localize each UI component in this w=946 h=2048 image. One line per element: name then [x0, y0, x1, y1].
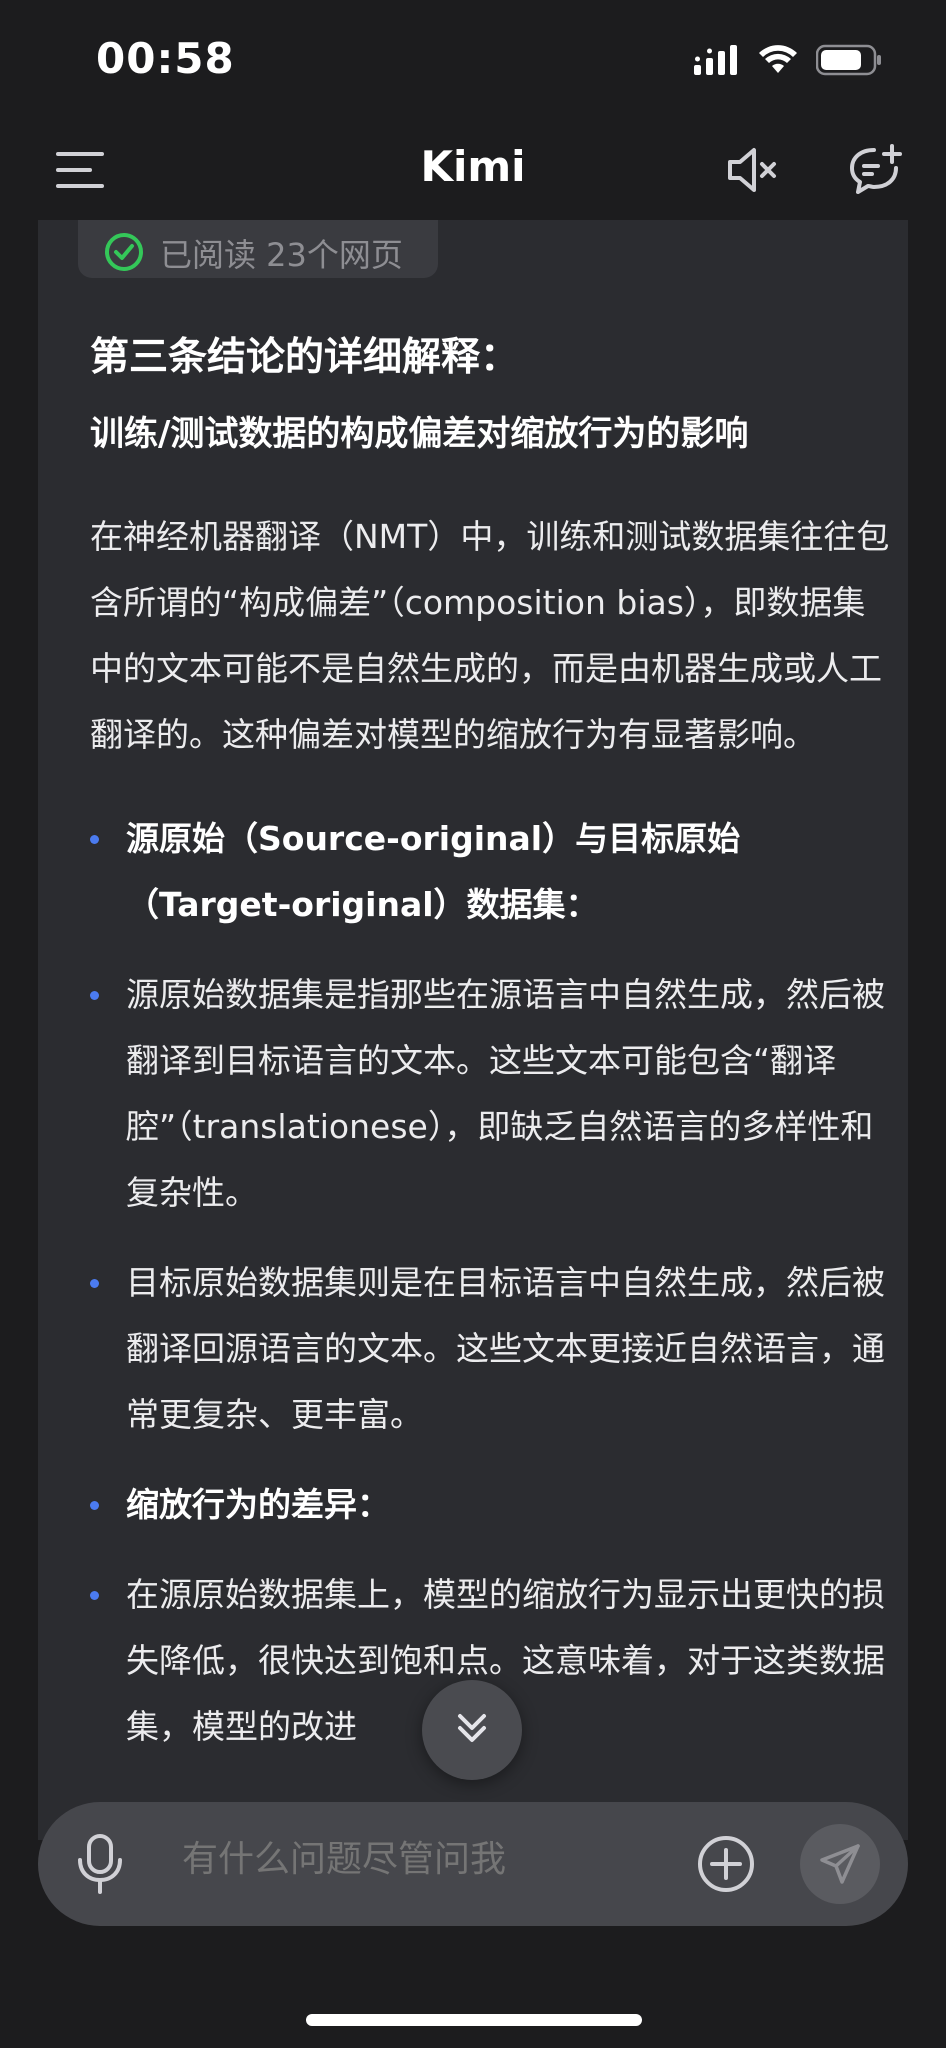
list-item: 缩放行为的差异：: [90, 1472, 890, 1538]
send-icon: [820, 1844, 860, 1884]
message-content: 第三条结论的详细解释： 训练/测试数据的构成偏差对缩放行为的影响 在神经机器翻译…: [90, 330, 890, 1784]
bullet-dot: [90, 1590, 99, 1600]
list-item: 源原始数据集是指那些在源语言中自然生成，然后被翻译到目标语言的文本。这些文本可能…: [90, 962, 890, 1226]
chat-input[interactable]: [180, 1838, 664, 1881]
list-item-text: 目标原始数据集则是在目标语言中自然生成，然后被翻译回源语言的文本。这些文本更接近…: [126, 1262, 885, 1434]
list-item: 目标原始数据集则是在目标语言中自然生成，然后被翻译回源语言的文本。这些文本更接近…: [90, 1250, 890, 1448]
new-chat-button[interactable]: [848, 144, 904, 200]
plus-circle-icon: [698, 1836, 754, 1892]
home-indicator: [306, 2014, 642, 2026]
new-chat-icon: [848, 144, 904, 200]
check-circle-icon: [104, 232, 144, 276]
speaker-muted-icon: [724, 146, 780, 198]
bullet-dot: [90, 1278, 99, 1288]
sources-pill[interactable]: 已阅读 23个网页: [78, 220, 438, 278]
nav-title: Kimi: [420, 142, 526, 191]
bullet-dot: [90, 834, 99, 844]
list-item: 源原始（Source-original）与目标原始（Target-origina…: [90, 806, 890, 938]
wifi-icon: [758, 45, 798, 79]
double-chevron-down-icon: [452, 1708, 492, 1752]
status-icons: [694, 44, 882, 80]
assistant-message-card: 已阅读 23个网页 第三条结论的详细解释： 训练/测试数据的构成偏差对缩放行为的…: [38, 220, 908, 1840]
bullet-dot: [90, 1500, 99, 1510]
cellular-signal-icon: [694, 45, 740, 79]
battery-icon: [815, 44, 882, 80]
section-subheading: 训练/测试数据的构成偏差对缩放行为的影响: [90, 413, 749, 454]
list-item-text: 源原始（Source-original）与目标原始（Target-origina…: [126, 818, 741, 924]
list-item-text: 源原始数据集是指那些在源语言中自然生成，然后被翻译到目标语言的文本。这些文本可能…: [126, 974, 885, 1212]
screen: 00:58 Kimi 已阅读 23个网页 第三条结论的详细解释： 训练/测试数据…: [0, 0, 946, 2048]
microphone-button[interactable]: [74, 1832, 126, 1900]
chat-input-bar: [38, 1802, 908, 1926]
microphone-icon: [78, 1834, 122, 1894]
status-bar: 00:58: [0, 0, 946, 120]
send-button[interactable]: [800, 1824, 880, 1904]
section-heading: 第三条结论的详细解释：: [90, 335, 520, 380]
intro-paragraph: 在神经机器翻译（NMT）中，训练和测试数据集往往包含所谓的“构成偏差”（comp…: [90, 516, 890, 754]
status-time: 00:58: [96, 34, 235, 83]
scroll-to-bottom-button[interactable]: [422, 1680, 522, 1780]
bullet-list: 源原始（Source-original）与目标原始（Target-origina…: [90, 806, 890, 1760]
nav-bar: Kimi: [0, 120, 946, 220]
sources-label: 已阅读 23个网页: [160, 236, 403, 274]
attach-button[interactable]: [696, 1834, 756, 1894]
bullet-dot: [90, 990, 99, 1000]
list-item-text: 缩放行为的差异：: [126, 1484, 390, 1524]
mute-button[interactable]: [724, 144, 780, 200]
